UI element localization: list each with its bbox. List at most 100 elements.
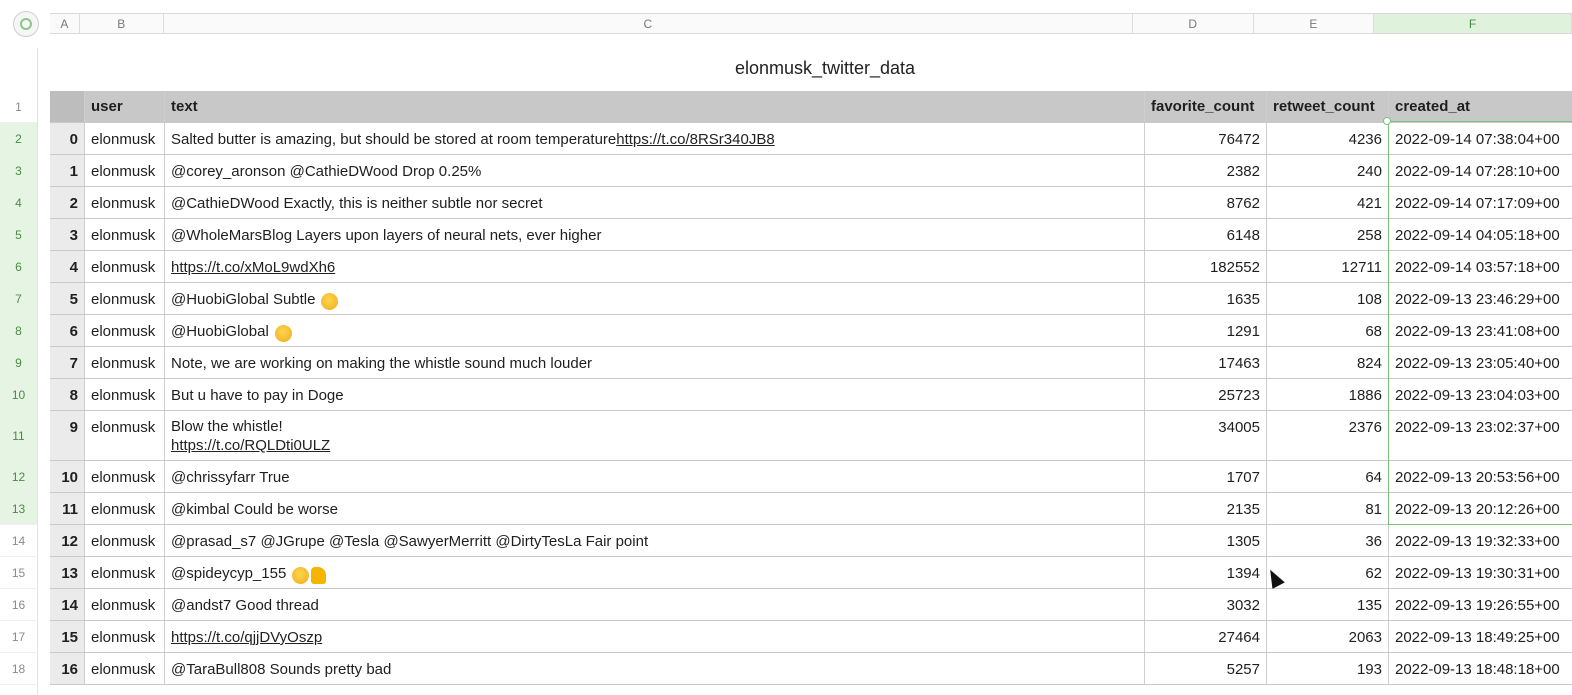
retweet-count-cell[interactable]: 2063 [1267, 621, 1389, 652]
text-cell[interactable]: @kimbal Could be worse [165, 493, 1145, 524]
text-cell[interactable]: @corey_aronson @CathieDWood Drop 0.25% [165, 155, 1145, 186]
favorite-count-cell[interactable]: 25723 [1145, 379, 1267, 410]
row-number-6[interactable]: 6 [0, 251, 37, 283]
row-number-2[interactable]: 2 [0, 123, 37, 155]
text-cell[interactable]: @spideycyp_155 [165, 557, 1145, 588]
row-index-cell[interactable]: 11 [50, 493, 85, 524]
text-cell[interactable]: Note, we are working on making the whist… [165, 347, 1145, 378]
row-index-cell[interactable]: 9 [50, 411, 85, 460]
text-cell[interactable]: But u have to pay in Doge [165, 379, 1145, 410]
created-at-cell[interactable]: 2022-09-13 20:12:26+00 [1389, 493, 1572, 524]
row-number-17[interactable]: 17 [0, 621, 37, 653]
retweet-count-cell[interactable]: 2376 [1267, 411, 1389, 460]
favorite-count-cell[interactable]: 3032 [1145, 589, 1267, 620]
created-at-cell[interactable]: 2022-09-14 07:28:10+00 [1389, 155, 1572, 186]
selection-handle[interactable] [1383, 117, 1391, 125]
row-index-cell[interactable]: 7 [50, 347, 85, 378]
created-at-cell[interactable]: 2022-09-13 23:46:29+00 [1389, 283, 1572, 314]
column-header-c[interactable]: C [164, 14, 1133, 33]
user-cell[interactable]: elonmusk [85, 379, 165, 410]
row-number-4[interactable]: 4 [0, 187, 37, 219]
text-cell[interactable]: @HuobiGlobal [165, 315, 1145, 346]
retweet-count-cell[interactable]: 1886 [1267, 379, 1389, 410]
retweet-count-cell[interactable]: 193 [1267, 653, 1389, 684]
text-cell[interactable]: @HuobiGlobal Subtle [165, 283, 1145, 314]
row-index-cell[interactable]: 13 [50, 557, 85, 588]
select-all-button[interactable] [13, 11, 39, 37]
row-index-cell[interactable]: 14 [50, 589, 85, 620]
row-number-8[interactable]: 8 [0, 315, 37, 347]
row-number-5[interactable]: 5 [0, 219, 37, 251]
header-retweet-count[interactable]: retweet_count [1267, 91, 1389, 122]
created-at-cell[interactable]: 2022-09-13 19:26:55+00 [1389, 589, 1572, 620]
row-number-11[interactable]: 11 [0, 411, 37, 461]
user-cell[interactable]: elonmusk [85, 123, 165, 154]
row-index-cell[interactable]: 15 [50, 621, 85, 652]
row-number-14[interactable]: 14 [0, 525, 37, 557]
favorite-count-cell[interactable]: 34005 [1145, 411, 1267, 460]
retweet-count-cell[interactable]: 64 [1267, 461, 1389, 492]
row-number-9[interactable]: 9 [0, 347, 37, 379]
tweet-link[interactable]: https://t.co/RQLDti0ULZ [171, 436, 330, 455]
favorite-count-cell[interactable]: 2382 [1145, 155, 1267, 186]
created-at-cell[interactable]: 2022-09-13 19:32:33+00 [1389, 525, 1572, 556]
text-cell[interactable]: @prasad_s7 @JGrupe @Tesla @SawyerMerritt… [165, 525, 1145, 556]
retweet-count-cell[interactable]: 68 [1267, 315, 1389, 346]
favorite-count-cell[interactable]: 2135 [1145, 493, 1267, 524]
favorite-count-cell[interactable]: 1635 [1145, 283, 1267, 314]
created-at-cell[interactable]: 2022-09-13 23:41:08+00 [1389, 315, 1572, 346]
user-cell[interactable]: elonmusk [85, 283, 165, 314]
created-at-cell[interactable]: 2022-09-13 18:49:25+00 [1389, 621, 1572, 652]
row-number-15[interactable]: 15 [0, 557, 37, 589]
column-header-d[interactable]: D [1133, 14, 1254, 33]
user-cell[interactable]: elonmusk [85, 589, 165, 620]
favorite-count-cell[interactable]: 27464 [1145, 621, 1267, 652]
row-number-13[interactable]: 13 [0, 493, 37, 525]
text-cell[interactable]: https://t.co/xMoL9wdXh6 [165, 251, 1145, 282]
favorite-count-cell[interactable]: 1394 [1145, 557, 1267, 588]
text-cell[interactable]: Salted butter is amazing, but should be … [165, 123, 1145, 154]
text-cell[interactable]: @andst7 Good thread [165, 589, 1145, 620]
created-at-cell[interactable]: 2022-09-14 07:38:04+00 [1389, 123, 1572, 154]
user-cell[interactable]: elonmusk [85, 411, 165, 460]
row-index-cell[interactable]: 6 [50, 315, 85, 346]
text-cell[interactable]: Blow the whistle! https://t.co/RQLDti0ULZ [165, 411, 1145, 460]
created-at-cell[interactable]: 2022-09-13 18:48:18+00 [1389, 653, 1572, 684]
user-cell[interactable]: elonmusk [85, 525, 165, 556]
row-index-cell[interactable]: 2 [50, 187, 85, 218]
row-index-cell[interactable]: 4 [50, 251, 85, 282]
created-at-cell[interactable]: 2022-09-14 03:57:18+00 [1389, 251, 1572, 282]
user-cell[interactable]: elonmusk [85, 461, 165, 492]
text-cell[interactable]: @CathieDWood Exactly, this is neither su… [165, 187, 1145, 218]
retweet-count-cell[interactable]: 62 [1267, 557, 1389, 588]
text-cell[interactable]: @WholeMarsBlog Layers upon layers of neu… [165, 219, 1145, 250]
header-user[interactable]: user [85, 91, 165, 122]
retweet-count-cell[interactable]: 824 [1267, 347, 1389, 378]
favorite-count-cell[interactable]: 182552 [1145, 251, 1267, 282]
row-number-1[interactable]: 1 [0, 91, 37, 123]
header-text[interactable]: text [165, 91, 1145, 122]
user-cell[interactable]: elonmusk [85, 219, 165, 250]
text-cell[interactable]: @chrissyfarr True [165, 461, 1145, 492]
user-cell[interactable]: elonmusk [85, 187, 165, 218]
tweet-link[interactable]: https://t.co/qjjDVyOszp [171, 629, 322, 646]
row-number-10[interactable]: 10 [0, 379, 37, 411]
created-at-cell[interactable]: 2022-09-14 04:05:18+00 [1389, 219, 1572, 250]
row-number-16[interactable]: 16 [0, 589, 37, 621]
text-cell[interactable]: @TaraBull808 Sounds pretty bad [165, 653, 1145, 684]
user-cell[interactable]: elonmusk [85, 315, 165, 346]
favorite-count-cell[interactable]: 8762 [1145, 187, 1267, 218]
row-index-cell[interactable]: 0 [50, 123, 85, 154]
created-at-cell[interactable]: 2022-09-13 23:02:37+00 [1389, 411, 1572, 460]
row-index-cell[interactable]: 10 [50, 461, 85, 492]
user-cell[interactable]: elonmusk [85, 251, 165, 282]
retweet-count-cell[interactable]: 108 [1267, 283, 1389, 314]
user-cell[interactable]: elonmusk [85, 347, 165, 378]
favorite-count-cell[interactable]: 17463 [1145, 347, 1267, 378]
favorite-count-cell[interactable]: 6148 [1145, 219, 1267, 250]
favorite-count-cell[interactable]: 76472 [1145, 123, 1267, 154]
row-number-3[interactable]: 3 [0, 155, 37, 187]
row-number-7[interactable]: 7 [0, 283, 37, 315]
favorite-count-cell[interactable]: 1305 [1145, 525, 1267, 556]
row-index-cell[interactable]: 5 [50, 283, 85, 314]
